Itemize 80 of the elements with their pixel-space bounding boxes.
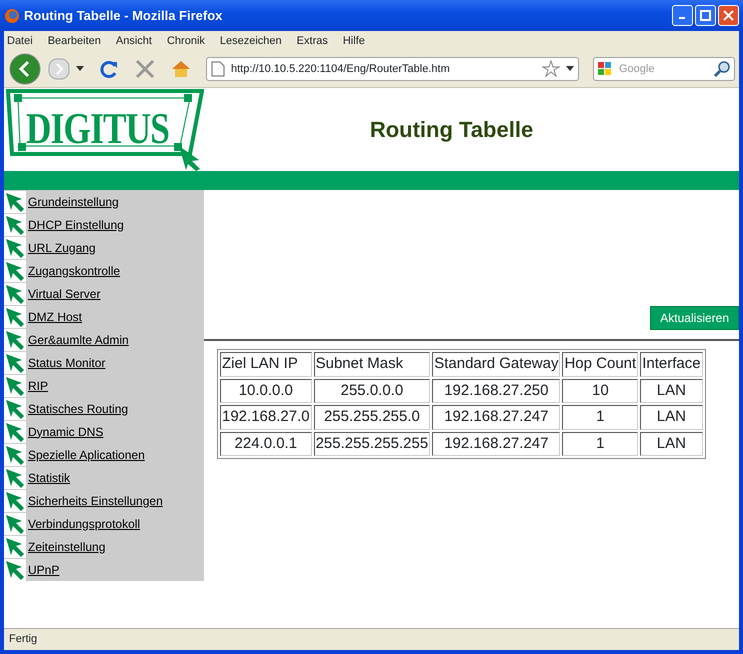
close-button[interactable] — [718, 5, 739, 26]
sidebar-link[interactable]: Ger&aumlte Admin — [28, 330, 129, 348]
maximize-button[interactable] — [695, 5, 716, 26]
table-cell: LAN — [640, 378, 703, 403]
column-header: Ziel LAN IP — [220, 352, 312, 376]
star-icon[interactable] — [542, 60, 560, 78]
sidebar-link[interactable]: DHCP Einstellung — [28, 216, 124, 234]
close-icon — [723, 10, 734, 21]
table-cell: LAN — [640, 432, 703, 456]
stop-icon[interactable] — [134, 58, 156, 80]
arrow-icon — [4, 536, 26, 558]
table-cell: 10 — [562, 378, 638, 403]
table-cell: 1 — [562, 432, 638, 456]
table-cell: 10.0.0.0 — [220, 378, 312, 403]
page-heading: Routing Tabelle — [368, 116, 534, 144]
menu-item[interactable]: Bearbeiten — [48, 32, 101, 50]
arrow-icon — [4, 282, 26, 304]
sidebar-link[interactable]: DMZ Host — [28, 308, 82, 326]
sidebar-link[interactable]: UPnP — [28, 560, 60, 578]
arrow-icon — [4, 466, 26, 488]
table-cell: 255.255.255.0 — [314, 405, 430, 430]
table-cell: 255.255.255.255 — [314, 432, 430, 456]
maximize-icon — [700, 10, 711, 21]
table-cell: 192.168.27.247 — [432, 432, 560, 456]
sidebar-link[interactable]: Zeiteinstellung — [28, 538, 106, 556]
window-title: Routing Tabelle - Mozilla Firefox — [24, 6, 222, 25]
table-cell: 192.168.27.247 — [432, 405, 560, 430]
menu-item[interactable]: Hilfe — [342, 32, 365, 50]
table-cell: 224.0.0.1 — [220, 432, 312, 456]
table-cell: 255.0.0.0 — [314, 378, 430, 403]
sidebar-link[interactable]: Spezielle Aplicationen — [28, 446, 145, 464]
arrow-icon — [4, 374, 26, 396]
search-icon[interactable] — [713, 60, 731, 78]
sidebar-link[interactable]: Grundeinstellung — [28, 192, 119, 210]
sidebar-link[interactable]: Virtual Server — [28, 284, 100, 302]
menu-item[interactable]: Extras — [296, 32, 328, 50]
sidebar-link[interactable]: Status Monitor — [28, 354, 106, 372]
table-cell: 192.168.27.250 — [432, 378, 560, 403]
sidebar-link[interactable]: Dynamic DNS — [28, 422, 104, 440]
arrow-icon — [4, 398, 26, 420]
table-cell: 1 — [562, 405, 638, 430]
arrow-icon — [4, 328, 26, 350]
sidebar-link[interactable]: RIP — [28, 376, 48, 394]
column-header: Standard Gateway — [432, 352, 560, 376]
address-field[interactable]: http://10.10.5.220:1104/Eng/RouterTable.htm — [206, 57, 579, 81]
reload-icon[interactable] — [98, 58, 120, 80]
sidebar-link[interactable]: Sicherheits Einstellungen — [28, 492, 163, 510]
arrow-icon — [4, 352, 26, 374]
logo: DIGITUS — [4, 88, 204, 171]
menu-item[interactable]: Chronik — [166, 32, 205, 50]
menu-item[interactable]: Datei — [7, 32, 33, 50]
firefox-icon — [4, 8, 20, 24]
back-button[interactable] — [8, 52, 42, 86]
column-header: Interface — [640, 352, 703, 376]
sidebar-link[interactable]: Statisches Routing — [28, 400, 128, 418]
column-header: Hop Count — [562, 352, 638, 376]
table-cell: 192.168.27.0 — [220, 405, 312, 430]
sidebar-link[interactable]: Zugangskontrolle — [28, 262, 120, 280]
arrow-icon — [4, 306, 26, 328]
table-cell: LAN — [640, 405, 703, 430]
arrow-icon — [4, 260, 26, 282]
arrow-icon — [4, 236, 26, 258]
column-header: Subnet Mask — [314, 352, 430, 376]
arrow-icon — [4, 190, 26, 212]
arrow-icon — [4, 214, 26, 236]
status-text: Fertig — [9, 632, 38, 648]
arrow-icon — [4, 490, 26, 512]
menu-item[interactable]: Lesezeichen — [220, 32, 282, 50]
dropdown-icon[interactable] — [76, 66, 84, 72]
dropdown-icon[interactable] — [566, 66, 574, 72]
arrow-icon — [4, 512, 26, 534]
sidebar-link[interactable]: Statistik — [28, 468, 70, 486]
sidebar-link[interactable]: URL Zugang — [28, 238, 96, 256]
home-icon[interactable] — [170, 58, 192, 80]
menu-item[interactable]: Ansicht — [116, 32, 152, 50]
minimize-button[interactable] — [672, 5, 693, 26]
sidebar-link[interactable]: Verbindungsprotokoll — [28, 514, 140, 532]
arrow-icon — [4, 444, 26, 466]
page-icon — [211, 61, 225, 77]
arrow-icon — [4, 420, 26, 442]
